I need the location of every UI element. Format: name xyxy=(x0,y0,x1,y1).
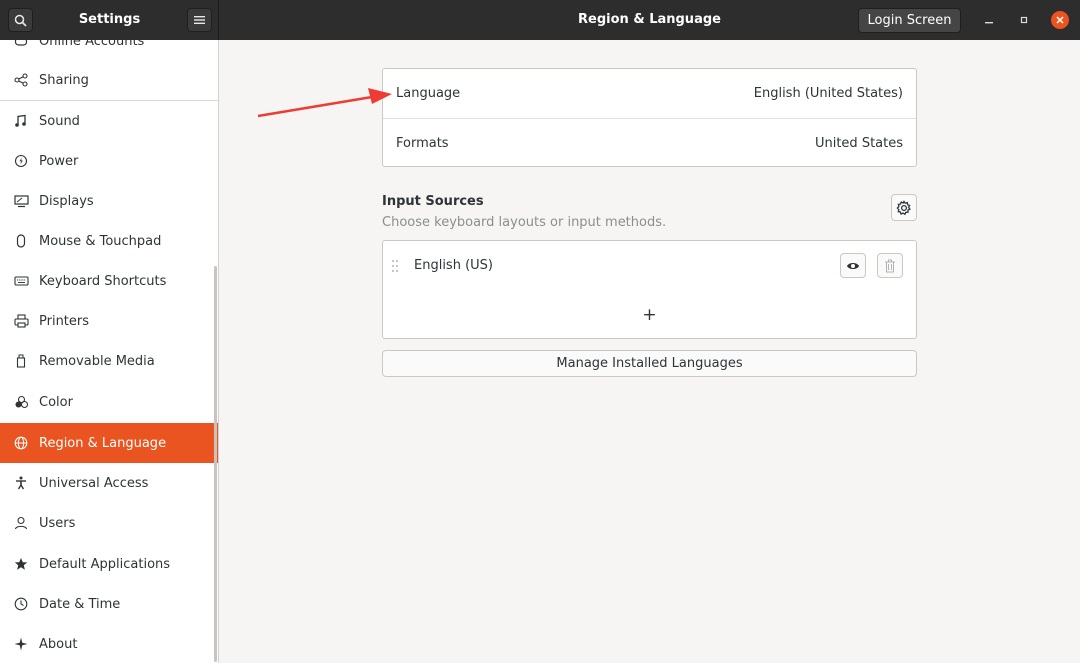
minimize-button[interactable] xyxy=(980,11,998,29)
show-layout-button[interactable] xyxy=(840,253,866,278)
music-note-icon xyxy=(13,113,29,129)
trash-icon xyxy=(885,259,895,272)
keyboard-icon xyxy=(13,273,29,289)
cloud-icon xyxy=(13,40,29,49)
sidebar-item-region-language[interactable]: Region & Language xyxy=(0,423,218,463)
formats-label: Formats xyxy=(396,135,449,151)
sidebar-scrollbar[interactable] xyxy=(214,266,217,662)
plus-icon: + xyxy=(642,304,657,325)
input-source-entry: English (US) xyxy=(391,258,493,273)
sidebar-item-color[interactable]: Color xyxy=(0,382,218,422)
sidebar-item-default-applications[interactable]: Default Applications xyxy=(0,544,218,584)
sidebar-item-label: Users xyxy=(39,515,76,531)
input-sources-title: Input Sources xyxy=(382,194,484,209)
sidebar-item-displays[interactable]: Displays xyxy=(0,181,218,221)
remove-input-source-button[interactable] xyxy=(877,253,903,278)
gear-icon xyxy=(896,199,911,215)
language-row[interactable]: Language English (United States) xyxy=(383,69,916,118)
power-icon xyxy=(13,153,29,169)
display-icon xyxy=(13,193,29,209)
sidebar-item-sharing[interactable]: Sharing xyxy=(0,60,218,100)
sidebar-item-date-time[interactable]: Date & Time xyxy=(0,584,218,624)
clock-icon xyxy=(13,596,29,612)
sidebar-item-removable-media[interactable]: Removable Media xyxy=(0,341,218,381)
accessibility-icon xyxy=(13,475,29,491)
removable-media-icon xyxy=(13,353,29,369)
sidebar-item-online-accounts[interactable]: Online Accounts xyxy=(0,40,218,61)
globe-icon xyxy=(13,435,29,451)
sidebar-item-about[interactable]: About xyxy=(0,624,218,663)
sidebar-item-keyboard-shortcuts[interactable]: Keyboard Shortcuts xyxy=(0,261,218,301)
formats-value: United States xyxy=(814,135,903,151)
sidebar-item-label: Color xyxy=(39,394,73,410)
sidebar-item-label: Power xyxy=(39,153,79,169)
input-sources-options-button[interactable] xyxy=(891,194,917,221)
hamburger-menu-icon xyxy=(194,16,205,24)
sidebar-item-label: Online Accounts xyxy=(39,40,145,49)
close-icon xyxy=(1056,16,1064,24)
login-screen-button[interactable]: Login Screen xyxy=(858,8,961,33)
minimize-icon xyxy=(985,22,993,24)
drag-handle-icon[interactable] xyxy=(391,259,399,273)
menu-button[interactable] xyxy=(187,8,212,32)
sidebar-item-label: Mouse & Touchpad xyxy=(39,233,162,249)
star-icon xyxy=(13,556,29,572)
color-icon xyxy=(13,394,29,410)
mouse-icon xyxy=(13,233,29,249)
sidebar-item-label: Printers xyxy=(39,313,90,329)
close-button[interactable] xyxy=(1051,11,1069,29)
sidebar-item-sound[interactable]: Sound xyxy=(0,101,218,141)
sidebar-item-label: Default Applications xyxy=(39,556,171,572)
sidebar-item-power[interactable]: Power xyxy=(0,141,218,181)
sidebar-item-label: Displays xyxy=(39,193,94,209)
sidebar: Online Accounts Sharing Sound Power Disp… xyxy=(0,40,219,663)
settings-window: Settings Region & Language Login Screen xyxy=(0,0,1080,663)
share-icon xyxy=(13,72,29,88)
sidebar-item-users[interactable]: Users xyxy=(0,503,218,543)
sidebar-item-mouse-touchpad[interactable]: Mouse & Touchpad xyxy=(0,221,218,261)
header-bar: Settings Region & Language Login Screen xyxy=(0,0,1080,40)
input-sources-card: English (US) + xyxy=(382,240,917,339)
manage-installed-languages-button[interactable]: Manage Installed Languages xyxy=(382,350,917,377)
sidebar-item-label: Keyboard Shortcuts xyxy=(39,273,167,289)
eye-icon xyxy=(847,262,859,269)
sidebar-item-printers[interactable]: Printers xyxy=(0,301,218,341)
language-value: English (United States) xyxy=(753,86,903,101)
sidebar-item-label: About xyxy=(39,636,78,652)
input-source-label: English (US) xyxy=(414,258,493,273)
input-sources-subtitle: Choose keyboard layouts or input methods… xyxy=(382,215,667,230)
sidebar-item-label: Date & Time xyxy=(39,596,121,612)
maximize-button[interactable] xyxy=(1015,11,1033,29)
region-card: Language English (United States) Formats… xyxy=(382,68,917,167)
formats-row[interactable]: Formats United States xyxy=(383,118,916,167)
sidebar-item-label: Sound xyxy=(39,113,80,129)
about-icon xyxy=(13,636,29,652)
maximize-icon xyxy=(1020,16,1028,24)
sidebar-item-label: Sharing xyxy=(39,72,89,88)
user-icon xyxy=(13,515,29,531)
sidebar-item-label: Universal Access xyxy=(39,475,149,491)
sidebar-item-universal-access[interactable]: Universal Access xyxy=(0,463,218,503)
input-source-row[interactable]: English (US) xyxy=(383,241,916,290)
printer-icon xyxy=(13,313,29,329)
add-input-source-button[interactable]: + xyxy=(383,290,916,339)
sidebar-item-label: Region & Language xyxy=(39,435,167,451)
sidebar-header: Settings xyxy=(0,0,219,40)
sidebar-item-label: Removable Media xyxy=(39,353,155,369)
language-label: Language xyxy=(396,86,461,101)
